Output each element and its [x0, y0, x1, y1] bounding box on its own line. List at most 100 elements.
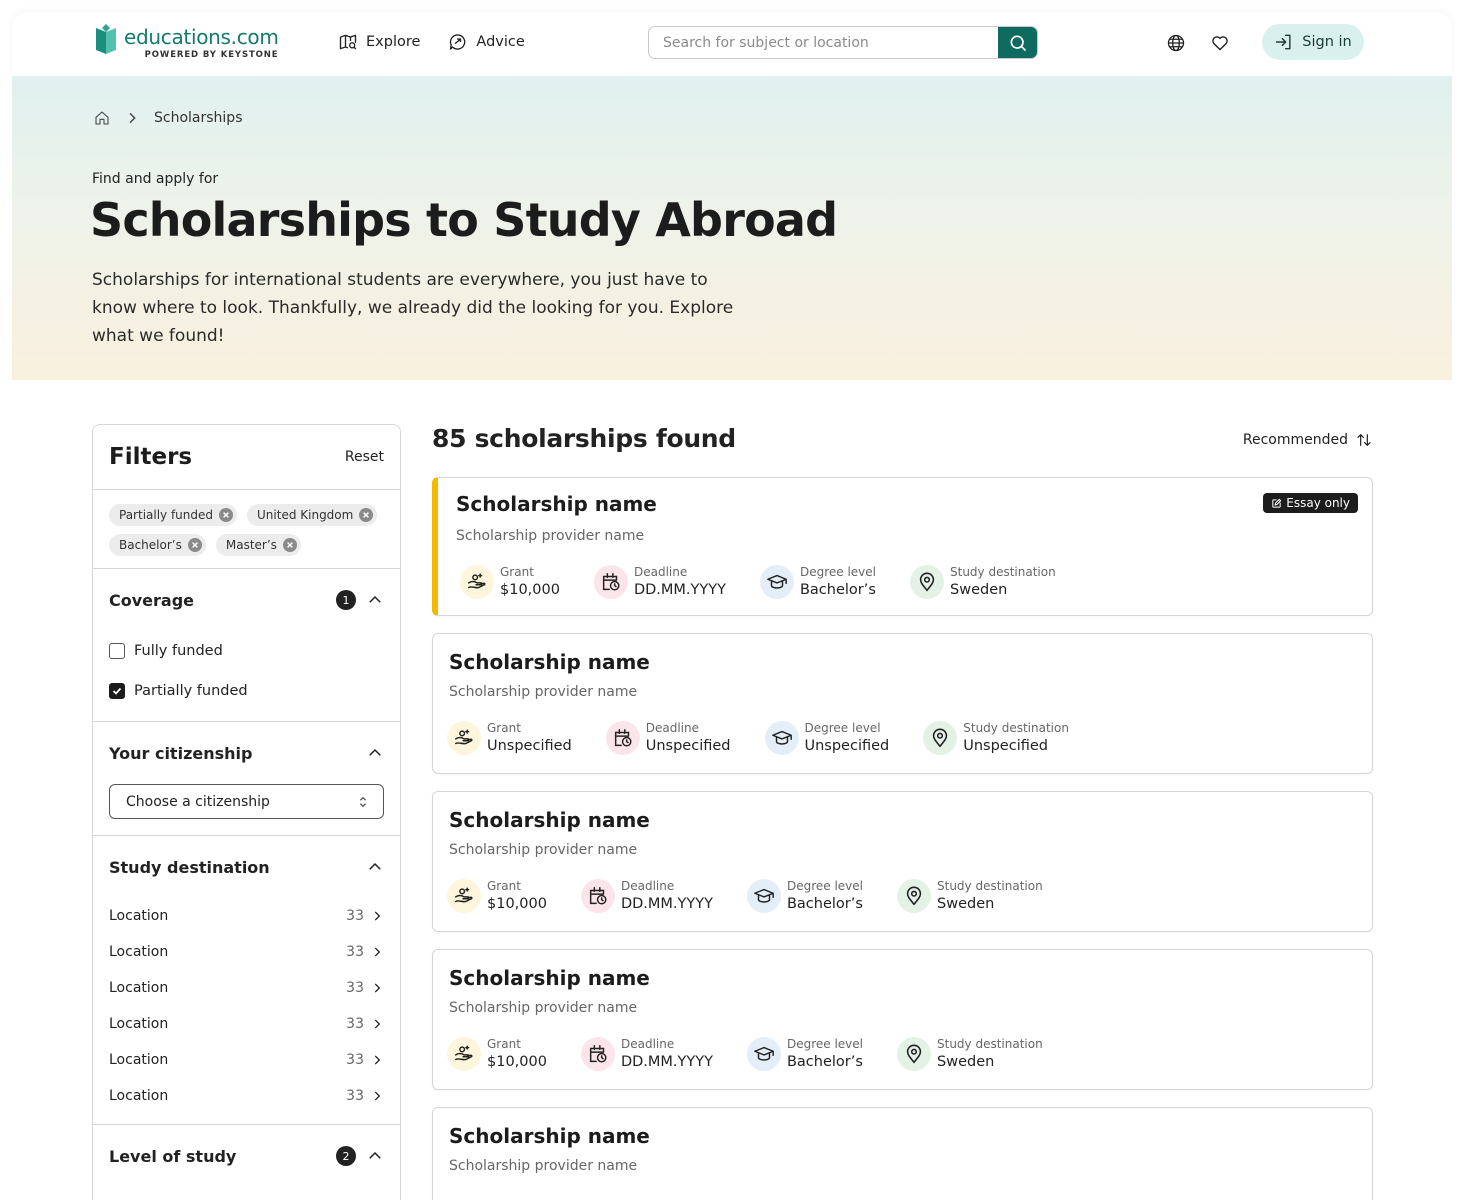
chevron-up-icon[interactable]: [366, 744, 384, 762]
scholarship-card[interactable]: Scholarship name Scholarship provider na…: [432, 949, 1373, 1090]
search-bar: [648, 26, 1038, 59]
heart-icon: [1212, 36, 1228, 51]
search-input[interactable]: [649, 27, 998, 58]
map-search-icon: [339, 34, 357, 50]
close-icon[interactable]: [282, 538, 297, 552]
coverage-option-label: Partially funded: [134, 683, 248, 699]
scholarship-name[interactable]: Scholarship name: [449, 966, 650, 990]
close-icon[interactable]: [219, 508, 234, 522]
scholarship-name[interactable]: Scholarship name: [449, 808, 650, 832]
close-icon[interactable]: [359, 508, 374, 522]
location-count: 33: [346, 980, 364, 996]
nav-explore[interactable]: Explore: [338, 32, 420, 52]
scholarship-card-featured[interactable]: Scholarship name Scholarship provider na…: [432, 477, 1373, 616]
meta-label: Deadline: [620, 1037, 675, 1051]
meta-value: $10,000: [487, 896, 547, 912]
citizenship-select[interactable]: Choose a citizenship: [109, 784, 384, 819]
location-item[interactable]: Location 33: [93, 898, 400, 934]
chevron-right-icon: [374, 1055, 381, 1065]
location-count: 33: [346, 944, 364, 960]
graduation-cap-icon: [754, 888, 774, 903]
favorites-button[interactable]: [1209, 32, 1231, 54]
results-count: 85 scholarships found: [432, 424, 736, 453]
chevron-up-icon[interactable]: [366, 591, 384, 609]
level-header[interactable]: Level of study 2: [93, 1125, 400, 1187]
chevron-up-icon[interactable]: [366, 858, 384, 876]
location-item[interactable]: Location 33: [93, 934, 400, 970]
meta-value: Sweden: [950, 582, 1008, 598]
location-pin-icon: [906, 886, 922, 906]
meta-label: Deadline: [633, 565, 688, 579]
chat-icon: [450, 34, 466, 50]
filter-chip[interactable]: United Kingdom: [247, 504, 378, 526]
scholarship-name[interactable]: Scholarship name: [449, 650, 650, 674]
calendar-clock-icon: [589, 887, 607, 905]
location-item[interactable]: Location 33: [93, 1078, 400, 1114]
filter-chip-label: Master’s: [225, 538, 277, 552]
meta-value: Sweden: [937, 1054, 995, 1070]
logo[interactable]: educations.com POWERED BY KEYSTONE: [94, 24, 279, 60]
meta-label: Grant: [487, 721, 521, 735]
location-label: Location: [109, 944, 169, 960]
sort-button[interactable]: Recommended: [1243, 432, 1372, 448]
scholarship-name[interactable]: Scholarship name: [449, 1124, 650, 1148]
location-item[interactable]: Location 33: [93, 1042, 400, 1078]
level-count-badge: 2: [336, 1146, 356, 1166]
coverage-option-partially-funded[interactable]: Partially funded: [93, 671, 400, 711]
location-item[interactable]: Location 33: [93, 1006, 400, 1042]
sort-arrows-icon: [1357, 434, 1371, 446]
meta-value: $10,000: [500, 582, 560, 598]
sign-in-icon: [1276, 34, 1291, 50]
meta-grant: Grant $10,000: [460, 564, 560, 600]
meta-value: DD.MM.YYYY: [620, 1054, 713, 1070]
scholarship-provider: Scholarship provider name: [449, 842, 638, 858]
globe-icon: [1167, 34, 1185, 52]
checkbox[interactable]: [109, 643, 125, 659]
meta-label: Study destination: [950, 565, 1056, 579]
coverage-header[interactable]: Coverage 1: [93, 569, 400, 631]
hero-banner: Scholarships Find and apply for Scholars…: [12, 76, 1452, 380]
chevron-up-icon[interactable]: [366, 1147, 384, 1165]
home-icon[interactable]: [94, 110, 110, 126]
scholarship-provider: Scholarship provider name: [449, 1158, 638, 1174]
scholarship-provider: Scholarship provider name: [456, 528, 645, 544]
results-header: 85 scholarships found Recommended: [432, 424, 1372, 460]
coverage-option-label: Fully funded: [134, 643, 223, 659]
filter-chip[interactable]: Master’s: [215, 534, 301, 556]
badge-label: Essay only: [1286, 496, 1350, 510]
meta-deadline: Deadline DD.MM.YYYY: [580, 878, 713, 914]
meta-grant: Grant $10,000: [447, 878, 547, 914]
scholarship-card[interactable]: Scholarship name Scholarship provider na…: [432, 791, 1373, 932]
breadcrumb-current[interactable]: Scholarships: [154, 110, 242, 126]
close-icon[interactable]: [187, 538, 202, 552]
destination-header[interactable]: Study destination: [93, 836, 400, 898]
essay-only-badge: Essay only: [1263, 493, 1358, 513]
meta-value: Bachelor’s: [786, 1054, 863, 1070]
meta-deadline: Deadline Unspecified: [605, 720, 731, 756]
scholarship-card[interactable]: Scholarship name Scholarship provider na…: [432, 1107, 1373, 1200]
search-button[interactable]: [998, 27, 1037, 58]
breadcrumb: Scholarships: [94, 110, 242, 126]
meta-label: Deadline: [620, 879, 675, 893]
scholarship-card[interactable]: Scholarship name Scholarship provider na…: [432, 633, 1373, 774]
money-hand-icon: [455, 729, 473, 745]
coverage-option-fully-funded[interactable]: Fully funded: [93, 631, 400, 671]
reset-filters-button[interactable]: Reset: [345, 449, 384, 465]
location-count: 33: [346, 908, 364, 924]
citizenship-header[interactable]: Your citizenship: [93, 722, 400, 784]
checkbox-checked[interactable]: [109, 683, 125, 699]
nav-explore-label: Explore: [366, 34, 421, 50]
scholarship-name[interactable]: Scholarship name: [456, 492, 657, 516]
location-item[interactable]: Location 33: [93, 970, 400, 1006]
location-pin-icon: [933, 728, 948, 748]
filter-chip-label: Partially funded: [119, 508, 214, 522]
filter-chip[interactable]: Partially funded: [109, 504, 238, 526]
coverage-count-badge: 1: [336, 590, 356, 610]
sign-in-button[interactable]: Sign in: [1262, 24, 1364, 60]
money-hand-icon: [455, 887, 473, 903]
nav-advice[interactable]: Advice: [448, 32, 525, 52]
checkmark-icon: [112, 687, 122, 695]
filter-chip[interactable]: Bachelor’s: [109, 534, 206, 556]
language-button[interactable]: [1165, 32, 1187, 54]
meta-label: Grant: [500, 565, 534, 579]
